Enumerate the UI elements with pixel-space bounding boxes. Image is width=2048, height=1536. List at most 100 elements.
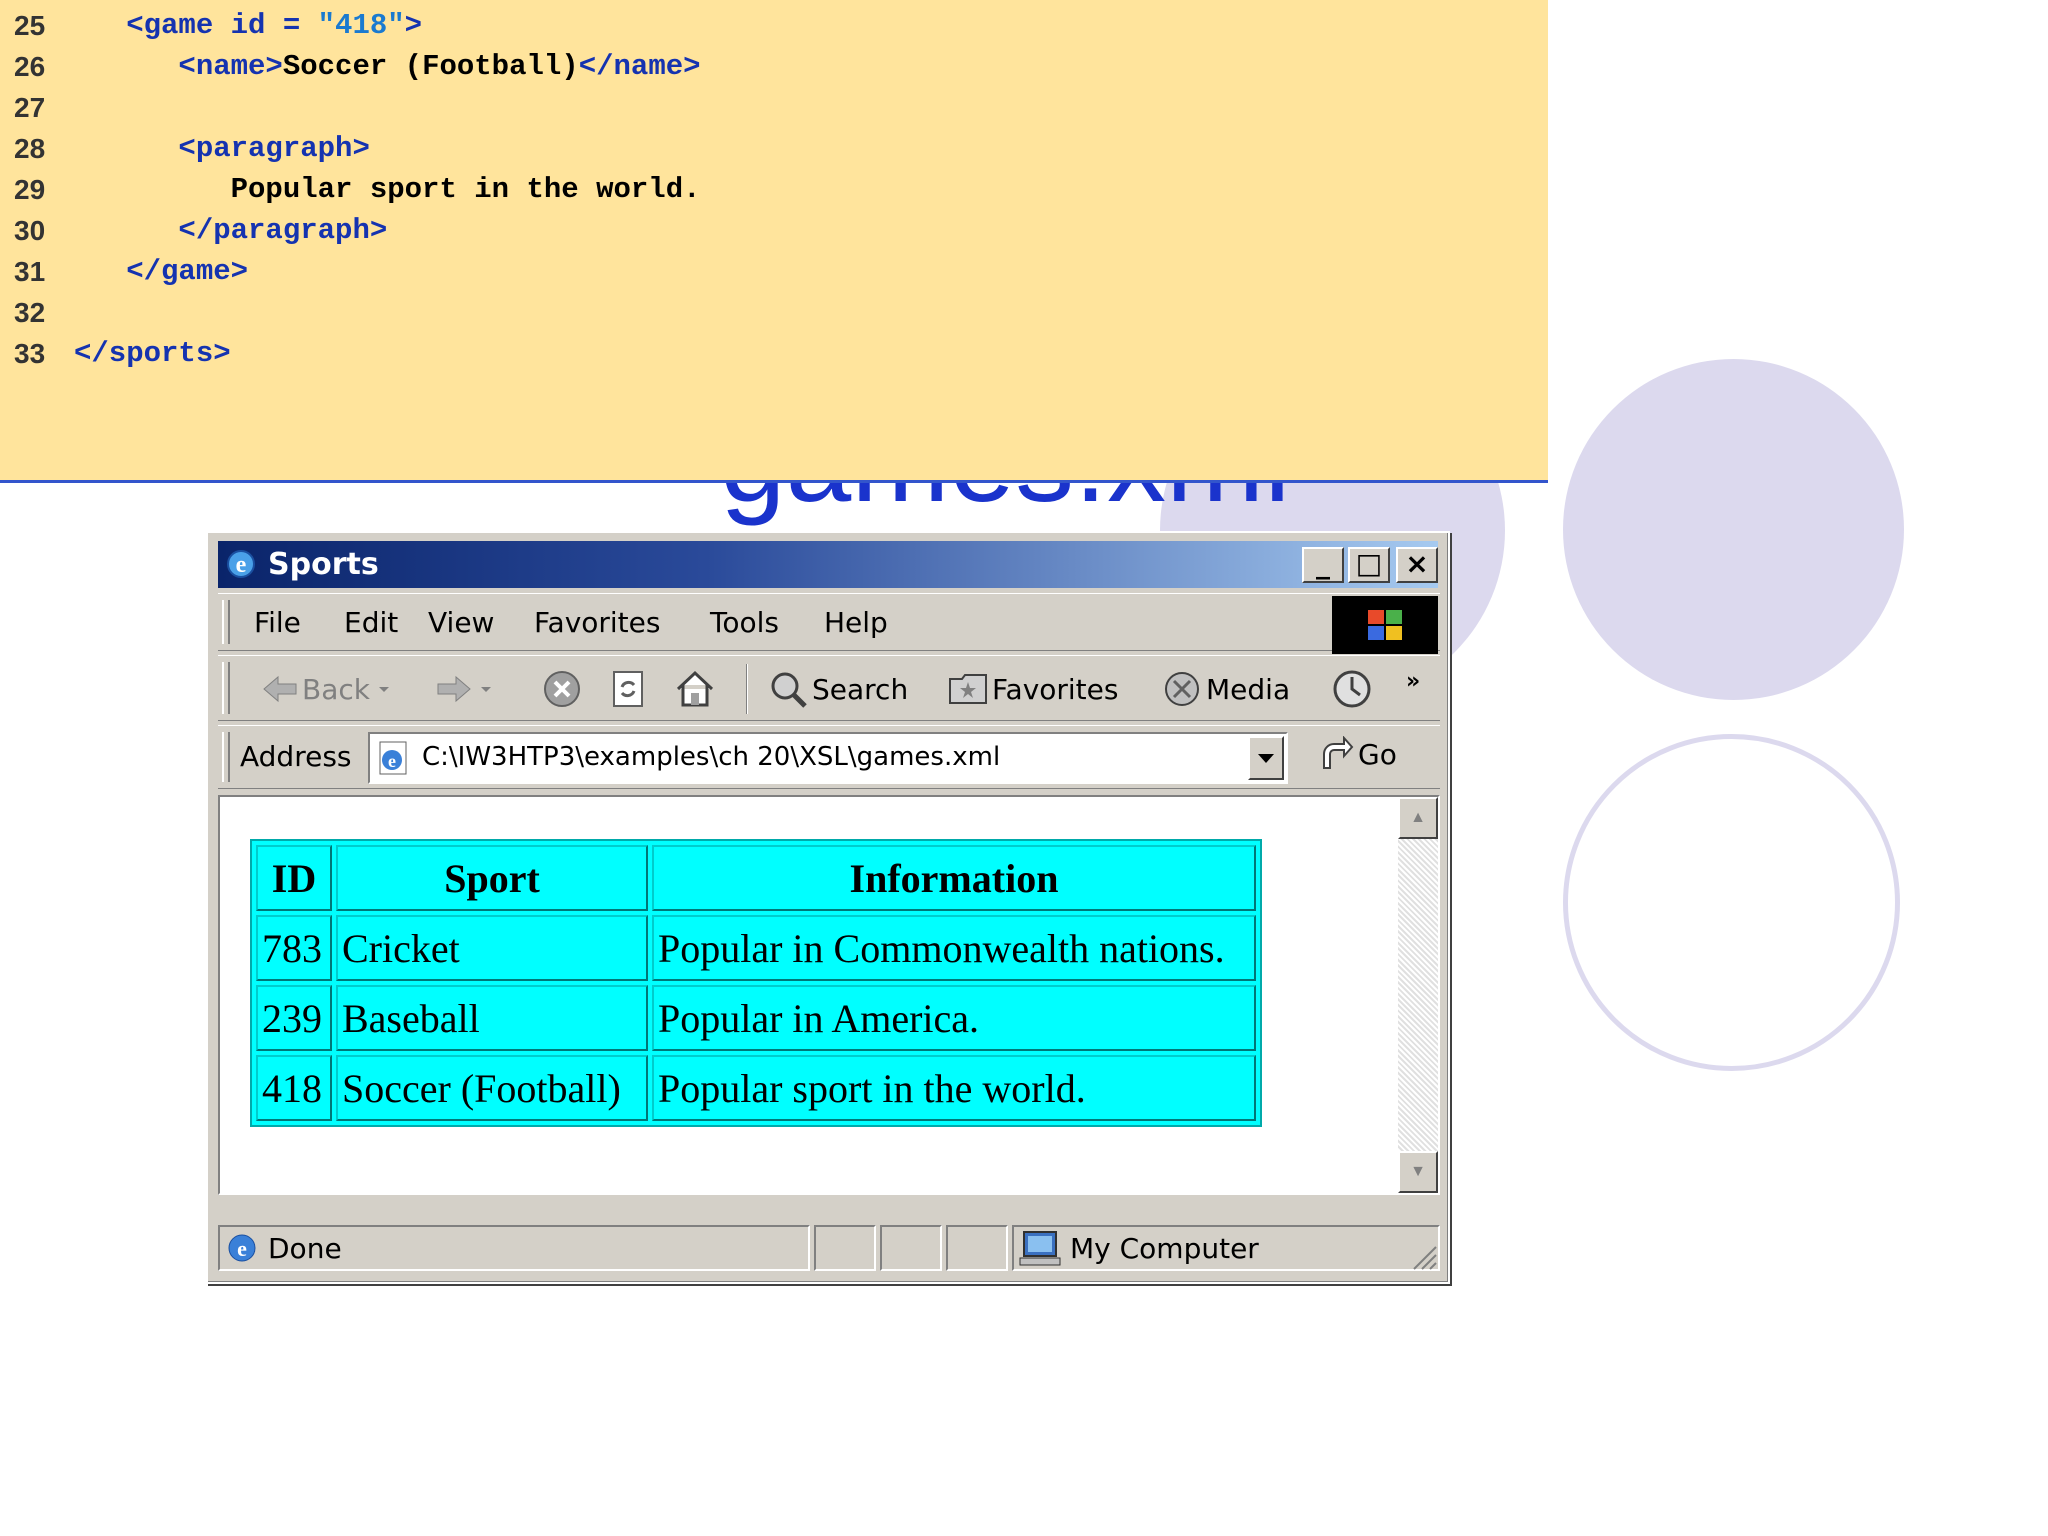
code-listing: 25 <game id = "418"> 26 <name>Soccer (Foo…	[0, 0, 1548, 483]
forward-button[interactable]	[436, 666, 496, 712]
refresh-icon	[613, 671, 643, 707]
status-pane	[880, 1225, 942, 1271]
close-button[interactable]: ×	[1396, 547, 1438, 583]
ie-icon: e	[227, 550, 255, 578]
title-bar[interactable]: e Sports _ □ ×	[218, 541, 1438, 588]
chevron-down-icon	[1258, 754, 1274, 763]
code-token: >	[404, 9, 423, 42]
scroll-up-button[interactable]: ▲	[1398, 797, 1438, 839]
back-button[interactable]: Back	[262, 666, 394, 712]
menu-tools[interactable]: Tools	[710, 606, 779, 639]
code-token: Soccer (Football)	[282, 50, 579, 83]
search-button[interactable]: Search	[768, 666, 908, 712]
search-label: Search	[812, 672, 909, 706]
history-icon	[1333, 670, 1371, 708]
toolbar-grip[interactable]	[222, 662, 230, 714]
cell-sport: Cricket	[336, 915, 648, 981]
menu-bar: File Edit View Favorites Tools Help	[218, 593, 1440, 654]
line-number: 31	[14, 256, 46, 287]
toolbar-separator	[746, 664, 748, 714]
status-zone-pane: My Computer	[1012, 1225, 1440, 1271]
media-label: Media	[1206, 672, 1291, 706]
minimize-button[interactable]: _	[1302, 547, 1344, 583]
go-arrow-icon	[1323, 736, 1354, 769]
go-button[interactable]: Go	[1318, 736, 1397, 772]
stop-icon	[544, 671, 580, 707]
back-arrow-icon	[263, 675, 297, 703]
home-icon	[676, 670, 714, 707]
svg-text:e: e	[388, 751, 396, 771]
decorative-circle-outline	[1563, 734, 1900, 1071]
address-input[interactable]: e C:\IW3HTP3\examples\ch 20\XSL\games.xm…	[368, 732, 1288, 784]
forward-arrow-icon	[437, 675, 471, 703]
favorites-button[interactable]: Favorites	[948, 666, 1118, 712]
toolbar-more-chevron[interactable]: »	[1406, 658, 1420, 704]
toolbar: Back Search Favorites Media »	[218, 655, 1440, 721]
code-token: </paragraph>	[74, 214, 388, 247]
stop-button[interactable]	[542, 666, 582, 712]
code-text: <game id = "418">	[74, 6, 422, 46]
status-zone-text: My Computer	[1070, 1231, 1259, 1265]
sports-table: ID Sport Information 783 Cricket Popular…	[250, 839, 1262, 1127]
address-bar: Address e C:\IW3HTP3\examples\ch 20\XSL\…	[218, 725, 1440, 789]
chevron-down-icon	[378, 687, 389, 692]
home-button[interactable]	[674, 666, 716, 712]
table-row: 418 Soccer (Football) Popular sport in t…	[256, 1055, 1256, 1121]
address-grip[interactable]	[222, 732, 230, 782]
status-bar: e Done My Computer	[218, 1223, 1440, 1273]
code-token: </game>	[74, 255, 249, 288]
table-row: 783 Cricket Popular in Commonwealth nati…	[256, 915, 1256, 981]
cell-information: Popular in America.	[652, 985, 1256, 1051]
line-number: 25	[14, 10, 46, 41]
media-button[interactable]: Media	[1162, 666, 1290, 712]
table-row: 239 Baseball Popular in America.	[256, 985, 1256, 1051]
cell-sport: Baseball	[336, 985, 648, 1051]
cell-id: 239	[256, 985, 332, 1051]
code-token: "418"	[317, 9, 405, 42]
menu-edit[interactable]: Edit	[344, 606, 398, 639]
vertical-scrollbar[interactable]: ▲ ▼	[1398, 797, 1438, 1193]
line-number: 33	[14, 338, 46, 369]
status-text: Done	[268, 1231, 342, 1265]
code-text: </sports>	[74, 334, 231, 374]
line-number: 26	[14, 51, 46, 82]
computer-icon	[1019, 1231, 1061, 1266]
table-header-row: ID Sport Information	[256, 845, 1256, 911]
menu-grip[interactable]	[222, 600, 230, 644]
line-number: 30	[14, 215, 46, 246]
code-token: <paragraph>	[74, 132, 370, 165]
history-button[interactable]	[1330, 666, 1374, 712]
favorites-folder-icon	[949, 674, 987, 704]
status-pane	[946, 1225, 1008, 1271]
resize-grip-icon[interactable]	[1408, 1241, 1438, 1271]
menu-file[interactable]: File	[254, 606, 301, 639]
cell-id: 783	[256, 915, 332, 981]
refresh-button[interactable]	[608, 666, 648, 712]
menu-favorites[interactable]: Favorites	[534, 606, 660, 639]
favorites-label: Favorites	[992, 672, 1119, 706]
code-token: <game id =	[74, 9, 318, 42]
ie-page-icon: e	[228, 1234, 256, 1262]
code-text: Popular sport in the world.	[74, 170, 701, 210]
code-text: <paragraph>	[74, 129, 370, 169]
scroll-down-button[interactable]: ▼	[1398, 1151, 1438, 1193]
page-icon: e	[379, 741, 407, 775]
line-number: 27	[14, 92, 46, 123]
code-token: Popular sport in the world.	[74, 173, 701, 206]
menu-help[interactable]: Help	[824, 606, 888, 639]
code-text: <name>Soccer (Football)</name>	[74, 47, 700, 87]
address-dropdown-button[interactable]	[1248, 736, 1284, 780]
status-main-pane: e Done	[218, 1225, 810, 1271]
go-label: Go	[1358, 737, 1397, 771]
cell-information: Popular sport in the world.	[652, 1055, 1256, 1121]
column-header-id: ID	[256, 845, 332, 911]
search-icon	[771, 672, 807, 708]
menu-view[interactable]: View	[428, 606, 494, 639]
page-content: ID Sport Information 783 Cricket Popular…	[218, 795, 1440, 1195]
address-value: C:\IW3HTP3\examples\ch 20\XSL\games.xml	[422, 742, 1001, 772]
code-token: <name>	[74, 50, 283, 83]
chevron-down-icon	[481, 687, 491, 692]
address-label: Address	[240, 740, 352, 773]
maximize-button[interactable]: □	[1348, 547, 1390, 583]
back-label: Back	[302, 672, 370, 706]
